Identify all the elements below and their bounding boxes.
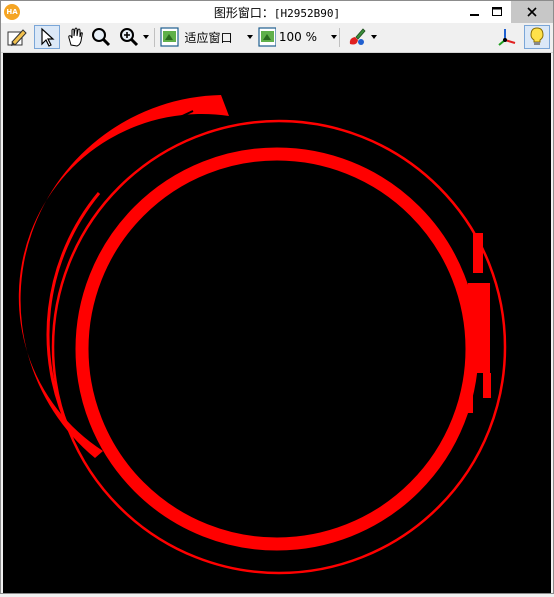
edit-icon [7, 29, 27, 46]
close-icon [527, 7, 537, 17]
chevron-down-icon [142, 35, 149, 39]
pan-tool-button[interactable] [63, 25, 87, 49]
fit-window-dropdown[interactable]: 适应窗口 [159, 25, 253, 49]
color-paint-icon [349, 28, 366, 45]
zoom-dropdown-button[interactable] [115, 25, 151, 49]
axes-3d-button[interactable] [495, 25, 519, 49]
magnifier-button[interactable] [89, 25, 113, 49]
edit-button[interactable] [5, 25, 29, 49]
minimize-icon [470, 14, 479, 16]
zoom-in-icon [119, 28, 138, 47]
fit-window-label: 适应窗口 [184, 30, 233, 45]
zoom-level-dropdown[interactable]: 100 % [257, 25, 337, 49]
title-bar[interactable]: HA 图形窗口：[H2952B90] [1, 1, 553, 23]
chevron-down-icon [246, 35, 253, 39]
chevron-down-icon [370, 35, 377, 39]
chevron-down-icon [331, 35, 337, 39]
pointer-icon [41, 27, 55, 47]
maximize-button[interactable] [483, 1, 511, 23]
outer-thin-ring [51, 119, 507, 575]
toolbar-separator [339, 28, 340, 47]
lightbulb-icon [530, 27, 544, 45]
graphics-canvas[interactable] [3, 53, 551, 593]
zoom-level-value: 100 % [278, 30, 317, 44]
window-id: [H2952B90] [273, 7, 341, 20]
axes-3d-icon [498, 29, 516, 46]
pointer-tool-button[interactable] [34, 25, 60, 49]
color-dropdown-button[interactable] [343, 25, 379, 49]
pan-hand-icon [68, 27, 83, 47]
close-button[interactable] [511, 1, 553, 23]
fit-window-icon [160, 27, 180, 47]
magnifier-icon [92, 28, 111, 47]
toolbar-separator [154, 28, 155, 47]
toolbar: 适应窗口 100 % [1, 23, 553, 53]
inner-thick-ring [75, 147, 479, 551]
left-band-region [18, 95, 229, 458]
maximize-icon [491, 7, 502, 16]
region-display [18, 95, 507, 575]
graphics-window: HA 图形窗口：[H2952B90] 适应窗口 100 % [0, 0, 554, 594]
zoom-level-icon [258, 27, 276, 47]
title-prefix: 图形窗口： [213, 6, 274, 20]
lightbulb-button[interactable] [524, 25, 550, 49]
